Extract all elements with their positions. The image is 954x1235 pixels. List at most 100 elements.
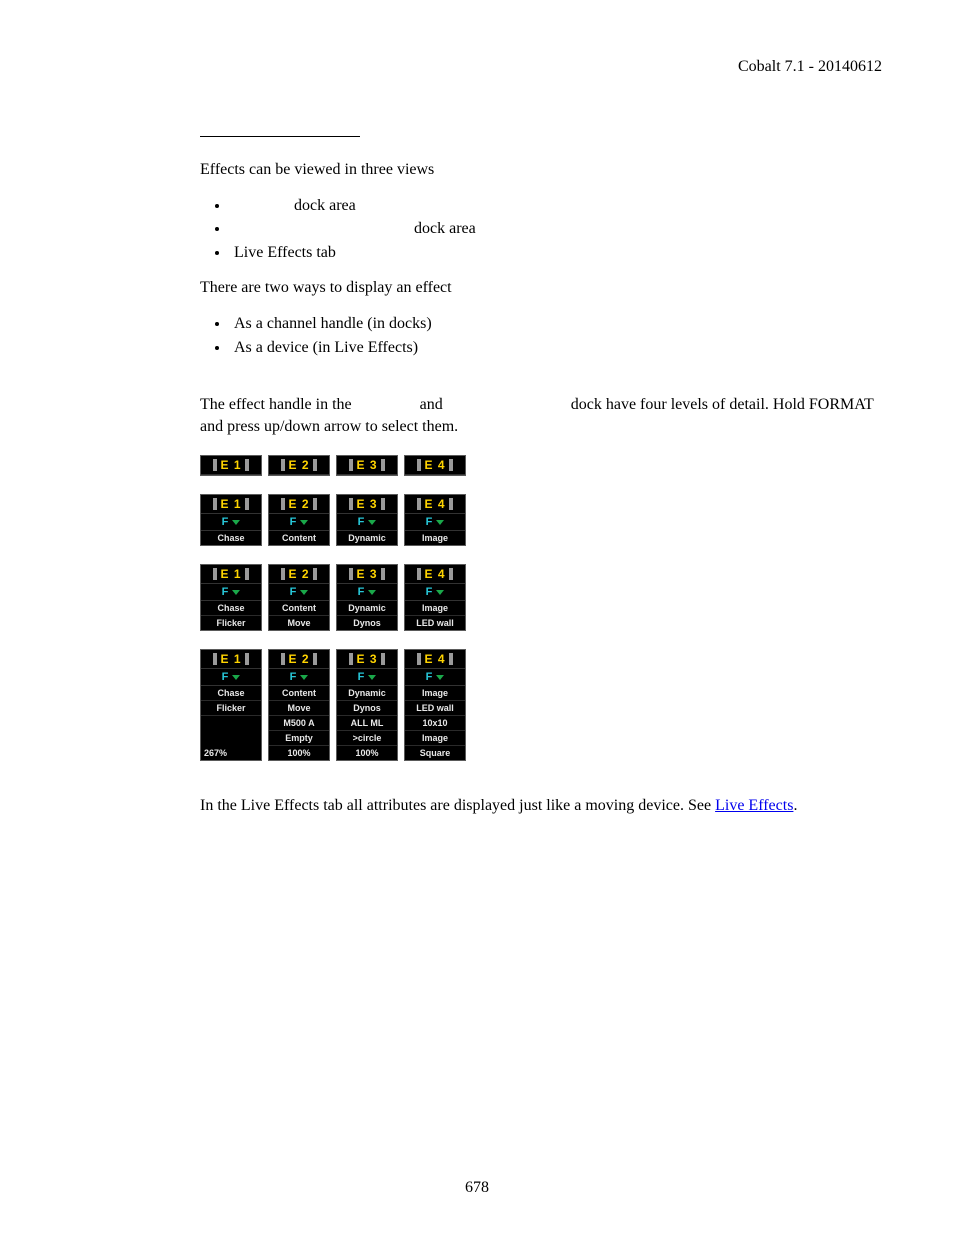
bar-icon: [281, 568, 285, 580]
bar-icon: [381, 498, 385, 510]
fx-f-label: F: [290, 670, 297, 685]
fx-tile: E 2FContentMoveM500 AEmpty100%: [268, 649, 330, 761]
fx-cell: Content: [269, 601, 329, 616]
fx-tile-header: E 2: [269, 456, 329, 475]
fx-cell: LED wall: [405, 701, 465, 716]
closing-text-after: .: [793, 797, 797, 814]
fx-tile-id: E 1: [220, 566, 241, 582]
fx-tile-sub: F: [201, 584, 261, 601]
fx-tile-sub: F: [269, 514, 329, 531]
list-item: dock area: [230, 218, 882, 240]
bar-icon: [417, 498, 421, 510]
fx-tile: E 2FContentMove: [268, 564, 330, 631]
fx-cell: Image: [405, 731, 465, 746]
fx-tile-header: E 4: [405, 650, 465, 669]
fx-f-label: F: [222, 585, 229, 600]
fx-tile-sub: F: [405, 514, 465, 531]
section-rule: [200, 136, 360, 137]
fx-cell: Flicker: [201, 616, 261, 630]
bar-icon: [245, 653, 249, 665]
triangle-down-icon: [436, 675, 444, 680]
fx-tile-sub: F: [337, 584, 397, 601]
fx-f-label: F: [358, 515, 365, 530]
fx-tile-header: E 1: [201, 495, 261, 514]
detail-text-2: and: [420, 396, 443, 413]
bar-icon: [381, 568, 385, 580]
triangle-down-icon: [436, 520, 444, 525]
fx-f-label: F: [426, 585, 433, 600]
fx-tile-sub: F: [201, 514, 261, 531]
fx-tile-header: E 3: [337, 565, 397, 584]
fx-tile-id: E 1: [220, 496, 241, 512]
fx-cell: Chase: [201, 531, 261, 545]
bar-icon: [349, 498, 353, 510]
fx-cell: Flicker: [201, 701, 261, 716]
bar-icon: [417, 459, 421, 471]
fx-tile-sub: F: [201, 669, 261, 686]
triangle-down-icon: [232, 520, 240, 525]
fx-f-label: F: [290, 515, 297, 530]
fx-cell: Chase: [201, 686, 261, 701]
bar-icon: [313, 459, 317, 471]
fx-tile-header: E 3: [337, 495, 397, 514]
fx-tile-id: E 1: [220, 457, 241, 473]
fx-tile-header: E 2: [269, 650, 329, 669]
fx-cell: 100%: [269, 746, 329, 760]
fx-tile-sub: F: [337, 514, 397, 531]
header-version: Cobalt 7.1 - 20140612: [738, 56, 882, 78]
fx-tile: E 3FDynamic: [336, 494, 398, 546]
list-item: As a channel handle (in docks): [230, 313, 882, 335]
bar-icon: [417, 653, 421, 665]
fx-tile-sub: F: [337, 669, 397, 686]
detail-paragraph: The effect handle in the and dock have f…: [200, 394, 882, 437]
fx-cell: Image: [405, 686, 465, 701]
fx-cell: 100%: [337, 746, 397, 760]
fx-tile: E 1: [200, 455, 262, 476]
fx-tile-header: E 1: [201, 650, 261, 669]
bar-icon: [245, 498, 249, 510]
live-effects-link[interactable]: Live Effects: [715, 797, 793, 814]
bar-icon: [313, 568, 317, 580]
fx-f-label: F: [426, 670, 433, 685]
fx-tile-sub: F: [269, 669, 329, 686]
triangle-down-icon: [368, 590, 376, 595]
fx-cell: Chase: [201, 601, 261, 616]
fx-f-label: F: [358, 670, 365, 685]
triangle-down-icon: [368, 675, 376, 680]
fx-tile-header: E 4: [405, 495, 465, 514]
fx-tile-id: E 2: [288, 457, 309, 473]
list-item: dock area: [230, 195, 882, 217]
fx-f-label: F: [222, 515, 229, 530]
bar-icon: [349, 459, 353, 471]
bar-icon: [313, 653, 317, 665]
bar-icon: [449, 568, 453, 580]
fx-cell: Dynamic: [337, 686, 397, 701]
fx-f-label: F: [426, 515, 433, 530]
fx-tile: E 4FImage: [404, 494, 466, 546]
bar-icon: [245, 568, 249, 580]
fx-cell: Content: [269, 686, 329, 701]
detail-text-1: The effect handle in the: [200, 396, 352, 413]
list-item-text: dock area: [414, 220, 476, 237]
bar-icon: [281, 459, 285, 471]
list-item: Live Effects tab: [230, 242, 882, 264]
fx-f-label: F: [290, 585, 297, 600]
fx-tile-sub: F: [405, 584, 465, 601]
fx-tile-sub: F: [269, 584, 329, 601]
list-item-text: Live Effects tab: [234, 244, 336, 261]
fx-tile-header: E 2: [269, 565, 329, 584]
fx-cell: Image: [405, 601, 465, 616]
triangle-down-icon: [300, 520, 308, 525]
bar-icon: [417, 568, 421, 580]
list-item-text: As a device (in Live Effects): [234, 339, 418, 356]
document-page: Cobalt 7.1 - 20140612 Effects can be vie…: [0, 0, 954, 1235]
bar-icon: [213, 653, 217, 665]
bar-icon: [349, 653, 353, 665]
bar-icon: [381, 653, 385, 665]
fx-tile-header: E 4: [405, 565, 465, 584]
triangle-down-icon: [300, 675, 308, 680]
fx-tile-id: E 2: [288, 651, 309, 667]
fx-tile-id: E 4: [424, 651, 445, 667]
fx-tile-header: E 2: [269, 495, 329, 514]
display-list: As a channel handle (in docks) As a devi…: [230, 313, 882, 358]
